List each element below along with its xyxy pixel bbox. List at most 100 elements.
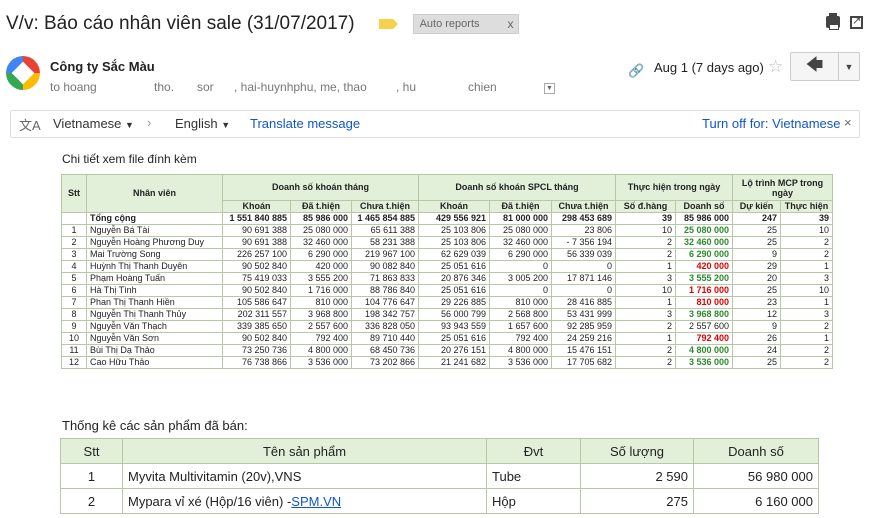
table-cell: Bùi Thị Dạ Thảo bbox=[86, 344, 223, 357]
sub-header: Đã t.hiện bbox=[489, 200, 552, 213]
chevron-down-icon: ▼ bbox=[221, 120, 231, 130]
table-cell: 93 943 559 bbox=[418, 320, 490, 333]
product-name: Myvita Multivitamin (20v),VNS bbox=[128, 468, 302, 484]
table-cell: 39 bbox=[615, 212, 676, 225]
table-cell: 25 051 616 bbox=[418, 332, 490, 345]
table-cell: 3 536 000 bbox=[489, 356, 552, 369]
table-cell: 9 bbox=[732, 248, 781, 261]
table-cell: 1 657 600 bbox=[489, 320, 552, 333]
table-cell: 792 400 bbox=[290, 332, 352, 345]
table-cell: 0 bbox=[489, 284, 552, 297]
table-cell: 2 557 600 bbox=[675, 320, 733, 333]
table-cell: 3 555 200 bbox=[290, 272, 352, 285]
table-row: 3 Mai Trường Song 226 257 100 6 290 000 219 … bbox=[61, 248, 833, 261]
table-cell: 23 806 bbox=[551, 224, 616, 237]
chevron-right-icon: › bbox=[147, 115, 152, 130]
product-link[interactable]: SPM.VN bbox=[291, 494, 341, 509]
table-cell: 226 257 100 bbox=[222, 248, 291, 261]
table-cell: 1 551 840 885 bbox=[222, 212, 291, 225]
table-cell: 1 716 000 bbox=[675, 284, 733, 297]
table-cell: 81 000 000 bbox=[489, 212, 552, 225]
star-icon[interactable]: ☆ bbox=[768, 57, 783, 77]
table-cell: 1 bbox=[780, 296, 833, 309]
table-cell: 1 bbox=[780, 260, 833, 273]
table-cell: 25 080 000 bbox=[290, 224, 352, 237]
table-cell: 4 800 000 bbox=[489, 344, 552, 357]
table-cell: 29 bbox=[732, 260, 781, 273]
table-cell: 275 bbox=[580, 488, 694, 514]
table-cell: 2 bbox=[60, 488, 123, 514]
product-stt: 2 bbox=[87, 493, 96, 509]
table-row: 5 Phạm Hoàng Tuấn 75 419 033 3 555 200 71 86… bbox=[61, 272, 833, 285]
table-cell: 32 460 000 bbox=[489, 236, 552, 249]
product-unit: Hộp bbox=[492, 493, 516, 509]
table-cell: 25 bbox=[732, 236, 781, 249]
sub-header: Chưa t.hiện bbox=[551, 200, 616, 213]
source-language-select[interactable]: Vietnamese ▼ bbox=[53, 116, 134, 131]
table-cell: 3 bbox=[780, 308, 833, 321]
table-cell: 88 786 840 bbox=[351, 284, 419, 297]
table-cell: 6 290 000 bbox=[489, 248, 552, 261]
table-cell bbox=[61, 212, 87, 225]
show-details-dropdown-icon[interactable]: ▼ bbox=[544, 83, 555, 94]
table-cell: 25 bbox=[732, 224, 781, 237]
table-row: 4 Huỳnh Thị Thanh Duyên 90 502 840 420 000 9… bbox=[61, 260, 833, 273]
label-chip-text: Auto reports bbox=[419, 18, 480, 30]
table-cell: 3 536 000 bbox=[290, 356, 352, 369]
table-cell: 1 716 000 bbox=[290, 284, 352, 297]
turn-off-translation-link[interactable]: Turn off for: Vietnamese bbox=[702, 116, 841, 131]
important-label-icon[interactable] bbox=[378, 19, 398, 29]
table-cell: 90 691 388 bbox=[222, 224, 291, 237]
table-cell: 11 bbox=[61, 344, 87, 357]
product-revenue: 6 160 000 bbox=[755, 493, 813, 509]
more-actions-button[interactable]: ▼ bbox=[839, 53, 859, 80]
table-cell: 1 bbox=[615, 260, 676, 273]
recipient: to hoang bbox=[50, 80, 97, 94]
header-thuc-hien: Thực hiện trong ngày bbox=[615, 174, 733, 201]
attachment-icon: 🔗 bbox=[628, 63, 645, 78]
table-cell: 4 800 000 bbox=[290, 344, 352, 357]
table-cell: Nguyễn Văn Sơn bbox=[86, 332, 223, 345]
target-language-select[interactable]: English ▼ bbox=[175, 116, 230, 131]
products-header-cell: Đvt bbox=[486, 438, 581, 464]
table-row: 2 Mypara vỉ xé (Hộp/16 viên) -SPM.VN Hộp 27… bbox=[60, 488, 819, 514]
reply-button[interactable]: 🡄 bbox=[791, 53, 839, 80]
table-cell: Nguyễn Bá Tài bbox=[86, 224, 223, 237]
table-cell: 3 bbox=[615, 308, 676, 321]
table-cell: 2 bbox=[780, 356, 833, 369]
table-cell: Phạm Hoàng Tuấn bbox=[86, 272, 223, 285]
table-cell: 85 986 000 bbox=[675, 212, 733, 225]
print-icon[interactable] bbox=[826, 13, 840, 30]
table-cell: 53 431 999 bbox=[551, 308, 616, 321]
table-cell: 5 bbox=[61, 272, 87, 285]
sender-name[interactable]: Công ty Sắc Màu bbox=[50, 59, 155, 74]
table-cell: Nguyễn Thị Thanh Thủy bbox=[86, 308, 223, 321]
products-header-cell: Số lượng bbox=[580, 438, 694, 464]
table-row: 10 Nguyễn Văn Sơn 90 502 840 792 400 89 710 … bbox=[61, 332, 833, 345]
table-cell: 429 556 921 bbox=[418, 212, 490, 225]
label-chip-remove[interactable]: x bbox=[508, 17, 514, 31]
table-cell: 105 586 647 bbox=[222, 296, 291, 309]
label-chip[interactable]: Auto reports x bbox=[412, 14, 519, 34]
products-table: Stt Tên sản phẩm Đvt Số lượng Doanh số 1 Myvi… bbox=[60, 438, 819, 514]
table-cell: 90 502 840 bbox=[222, 332, 291, 345]
table-cell: Nguyễn Văn Thạch bbox=[86, 320, 223, 333]
sender-avatar[interactable] bbox=[6, 56, 40, 90]
table-row: 7 Phan Thị Thanh Hiền 105 586 647 810 000 10… bbox=[61, 296, 833, 309]
table-cell: - 7 356 194 bbox=[551, 236, 616, 249]
total-row: Tổng cộng 1 551 840 885 85 986 000 1 465 85… bbox=[61, 212, 833, 225]
close-icon[interactable]: × bbox=[844, 115, 852, 130]
products-title: Thống kê các sản phẩm đã bán: bbox=[62, 418, 248, 433]
translate-message-link[interactable]: Translate message bbox=[250, 116, 360, 131]
table-cell: 25 080 000 bbox=[675, 224, 733, 237]
new-window-icon[interactable] bbox=[850, 14, 863, 29]
table-cell: 62 629 039 bbox=[418, 248, 490, 261]
table-cell: 3 005 200 bbox=[489, 272, 552, 285]
table-cell: 2 568 800 bbox=[489, 308, 552, 321]
table-row: 2 Nguyễn Hoàng Phương Duy 90 691 388 32 460… bbox=[61, 236, 833, 249]
table-cell: 92 285 959 bbox=[551, 320, 616, 333]
table-cell: 21 241 682 bbox=[418, 356, 490, 369]
table-cell: 90 502 840 bbox=[222, 284, 291, 297]
table-cell: 10 bbox=[780, 224, 833, 237]
table-cell: 6 290 000 bbox=[675, 248, 733, 261]
